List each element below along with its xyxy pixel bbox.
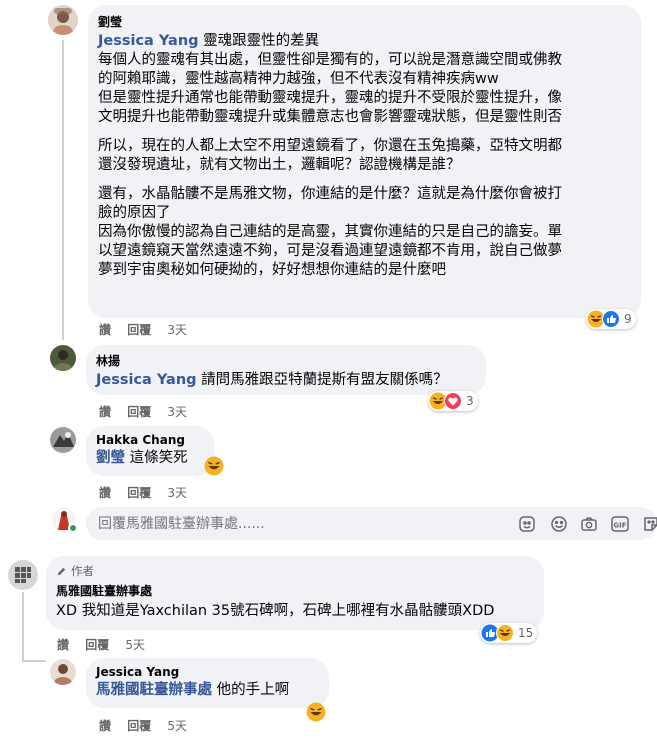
mention-link[interactable]: Jessica Yang — [96, 372, 197, 388]
reply-button[interactable]: 回覆 — [85, 636, 109, 653]
avatar[interactable] — [8, 560, 38, 590]
comment-text-line: 劉瑩 這條笑死 — [96, 450, 188, 466]
haha-icon — [496, 624, 514, 642]
comment-text-line: 的阿賴耶識，靈性越高精神力越強，但不代表沒有精神疾病ww — [98, 71, 499, 87]
like-button[interactable]: 讚 — [99, 321, 111, 338]
comment-actions: 讚 回覆 5天 — [57, 636, 157, 653]
like-button[interactable]: 讚 — [99, 403, 111, 420]
thread-line — [22, 592, 24, 662]
comment-text-line: 還沒發現遺址，就有文物出土，邏輯呢？認證機構是誰？ — [98, 157, 461, 173]
mention-link[interactable]: 馬雅國駐臺辦事處 — [96, 682, 212, 698]
comment-bubble: Jessica Yang 馬雅國駐臺辦事處 他的手上啊 — [86, 658, 329, 708]
pencil-icon — [57, 567, 66, 575]
thread-line — [22, 660, 46, 662]
comment-text-line: 所以，現在的人都上太空不用望遠鏡看了，你還在玉兔搗藥，亞特文明都 — [98, 138, 562, 154]
reaction-count: 9 — [624, 312, 632, 326]
avatar[interactable] — [50, 345, 76, 371]
comment-actions: 讚 回覆 3天 — [99, 321, 199, 338]
comment-author[interactable]: 林揚 — [96, 352, 476, 369]
comment-bubble: 林揚 Jessica Yang 請問馬雅跟亞特蘭提斯有盟友關係嗎？ — [86, 345, 486, 395]
mention-link[interactable]: 劉瑩 — [96, 450, 125, 466]
comment-text-line: 但是靈性提升通常也能帶動靈魂提升，靈魂的提升不受限於靈性提升，像 — [98, 90, 562, 106]
comment-author[interactable]: 馬雅國駐臺辦事處 — [56, 582, 534, 599]
comment-text-line: 因為你傲慢的認為自己連結的是高靈，其實你連結的只是自己的譫妄。單 — [98, 224, 562, 240]
camera-icon[interactable] — [580, 515, 598, 537]
comment-actions: 讚 回覆 5天 — [99, 717, 199, 734]
timestamp[interactable]: 5天 — [167, 717, 187, 734]
avatar[interactable] — [48, 5, 78, 35]
gif-icon[interactable]: GIF — [610, 515, 630, 537]
comment-bubble: Hakka Chang 劉瑩 這條笑死 — [86, 426, 214, 476]
reply-button[interactable]: 回覆 — [127, 484, 151, 501]
author-badge: 作者 — [56, 563, 534, 579]
like-button[interactable]: 讚 — [99, 484, 111, 501]
timestamp[interactable]: 5天 — [125, 636, 145, 653]
avatar[interactable] — [50, 427, 76, 453]
comment-first-line: Jessica Yang 靈魂跟靈性的差異 — [98, 33, 320, 49]
reaction-summary[interactable]: 15 — [480, 623, 538, 643]
comment-actions: 讚 回覆 3天 — [99, 403, 199, 420]
reply-button[interactable]: 回覆 — [127, 403, 151, 420]
comment-text-line: 文明提升也能帶動靈魂提升或集體意志也會影響靈魂狀態，但是靈性則否 — [98, 109, 562, 125]
svg-text:GIF: GIF — [613, 522, 626, 530]
comment-text-line: 以望遠鏡窺天當然遠遠不夠，可是沒看過連望遠鏡都不肯用，說自己做夢 — [98, 243, 562, 259]
reply-input-box[interactable]: GIF — [86, 507, 657, 540]
mention-link[interactable]: Jessica Yang — [98, 33, 199, 49]
avatar[interactable] — [50, 659, 76, 685]
comment-text-line: XD 我知道是Yaxchilan 35號石碑啊，石碑上哪裡有水晶骷髏頭XDD — [56, 603, 495, 619]
sticker-icon[interactable] — [642, 515, 657, 537]
thread-line — [62, 40, 64, 340]
haha-emoji-icon — [204, 456, 224, 480]
comment-text-line: 還有，水晶骷髏不是馬雅文物，你連結的是什麼？這就是為什麼你會被打 — [98, 186, 562, 202]
comment-author[interactable]: Hakka Chang — [96, 433, 204, 447]
comment-text-line: 每個人的靈魂有其出處，但靈性卻是獨有的，可以說是潛意識空間或佛教 — [98, 52, 562, 68]
timestamp[interactable]: 3天 — [167, 484, 187, 501]
comment-author[interactable]: Jessica Yang — [96, 665, 319, 679]
reaction-summary[interactable]: 9 — [586, 309, 636, 329]
comment-text-line: 夢到宇宙奧秘如何硬拗的，好好想想你連結的是什麼吧 — [98, 262, 446, 278]
avatar-sticker-icon[interactable] — [518, 515, 536, 537]
comment-actions: 讚 回覆 3天 — [99, 484, 199, 501]
reply-input[interactable] — [98, 507, 498, 540]
comment-bubble: 劉瑩 Jessica Yang 靈魂跟靈性的差異 每個人的靈魂有其出處，但靈性卻… — [88, 5, 641, 318]
comment-text-line: 馬雅國駐臺辦事處 他的手上啊 — [96, 682, 290, 698]
like-button[interactable]: 讚 — [99, 717, 111, 734]
reaction-count: 15 — [518, 626, 534, 640]
reply-button[interactable]: 回覆 — [127, 717, 151, 734]
reaction-summary[interactable]: 3 — [428, 391, 478, 411]
online-status-dot — [68, 523, 78, 533]
comment-author[interactable]: 劉瑩 — [98, 13, 631, 30]
reply-button[interactable]: 回覆 — [127, 321, 151, 338]
like-button[interactable]: 讚 — [57, 636, 69, 653]
love-icon — [444, 392, 462, 410]
haha-emoji-icon — [306, 702, 326, 726]
comment-text-line: 臉的原因了 — [98, 205, 171, 221]
timestamp[interactable]: 3天 — [167, 403, 187, 420]
comment-text-line: Jessica Yang 請問馬雅跟亞特蘭提斯有盟友關係嗎？ — [96, 372, 448, 388]
timestamp[interactable]: 3天 — [167, 321, 187, 338]
reaction-count: 3 — [466, 394, 474, 408]
comment-bubble: 作者 馬雅國駐臺辦事處 XD 我知道是Yaxchilan 35號石碑啊，石碑上哪… — [46, 556, 544, 630]
emoji-icon[interactable] — [550, 515, 568, 537]
like-icon — [602, 310, 620, 328]
